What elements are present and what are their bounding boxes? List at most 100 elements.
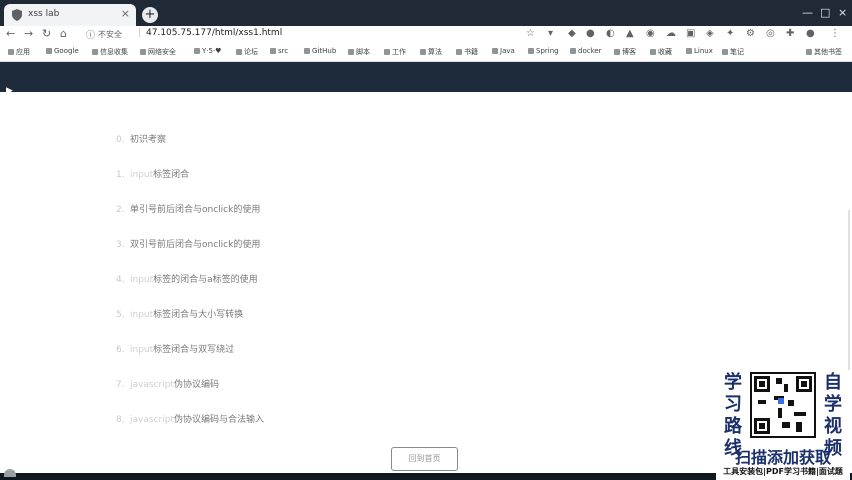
bookmark-item[interactable]: 收藏	[650, 47, 672, 57]
folder-icon	[686, 48, 692, 54]
extension-icon[interactable]: ◆	[568, 28, 576, 39]
extension-icon[interactable]: ●	[586, 28, 595, 39]
bookmark-item[interactable]: 信息收集	[92, 47, 128, 57]
folder-icon	[92, 49, 98, 55]
bookmark-item[interactable]: Java	[492, 47, 515, 55]
extension-icon[interactable]: ◐	[606, 28, 615, 39]
folder-icon	[194, 48, 200, 54]
qr-module	[778, 408, 782, 418]
browser-toolbar: ← → ↻ ⌂ ⓘ 不安全 | 47.105.75.177/html/xss1.…	[0, 26, 852, 44]
qr-module	[758, 400, 766, 404]
bookmark-item[interactable]: 笔记	[722, 47, 744, 57]
page-header	[0, 62, 852, 92]
bookmark-item[interactable]: Google	[46, 47, 79, 55]
reload-icon[interactable]: ↻	[42, 27, 51, 40]
bookmark-item[interactable]: 脚本	[348, 47, 370, 57]
qr-module	[782, 422, 790, 428]
folder-icon	[384, 49, 390, 55]
security-status: 不安全	[98, 30, 122, 39]
folder-icon	[614, 49, 620, 55]
extension-icon[interactable]: ◎	[766, 28, 775, 39]
forward-icon[interactable]: →	[24, 27, 33, 40]
bookmark-other[interactable]: 其他书签	[806, 47, 842, 57]
puzzle-icon[interactable]: ✚	[786, 28, 794, 39]
bookmark-item[interactable]: 网络安全	[140, 47, 176, 57]
extension-icon[interactable]: ⚙	[746, 28, 755, 39]
folder-icon	[456, 49, 462, 55]
list-item[interactable]: 5. input标签闭合与大小写转换	[116, 307, 243, 320]
apps-icon	[8, 49, 14, 55]
tab-title: xss lab	[28, 9, 60, 19]
tab-xss-lab[interactable]: xss lab ×	[4, 4, 136, 26]
qr-module	[796, 422, 802, 432]
home-icon[interactable]: ⌂	[60, 27, 67, 40]
bookmark-item[interactable]: 书籍	[456, 47, 478, 57]
tab-close-icon[interactable]: ×	[121, 7, 130, 20]
bookmark-item[interactable]: Spring	[528, 47, 559, 55]
bookmark-item[interactable]: GitHub	[304, 47, 336, 55]
extension-icon[interactable]: ✦	[726, 28, 734, 39]
folder-icon	[492, 48, 498, 54]
info-icon[interactable]: ⓘ	[86, 28, 95, 41]
extension-icon[interactable]: ◉	[646, 28, 655, 39]
back-icon[interactable]: ←	[6, 27, 15, 40]
folder-icon	[650, 49, 656, 55]
qr-module	[788, 400, 794, 406]
bookmark-item[interactable]: docker	[570, 47, 602, 55]
url-text[interactable]: 47.105.75.177/html/xss1.html	[146, 28, 282, 38]
browser-window: xss lab × + — □ × ← → ↻ ⌂ ⓘ 不安全 | 47.105…	[0, 0, 852, 480]
qr-module	[794, 412, 806, 416]
folder-icon	[420, 49, 426, 55]
minimize-icon[interactable]: —	[802, 6, 813, 19]
shield-icon	[12, 9, 22, 21]
list-item[interactable]: 1. input标签闭合	[116, 167, 189, 180]
bookmark-item[interactable]: 博客	[614, 47, 636, 57]
avatar[interactable]: ●	[806, 28, 815, 39]
close-window-icon[interactable]: ×	[838, 6, 847, 19]
bookmark-item[interactable]: Y·5·♥	[194, 47, 221, 55]
new-tab-button[interactable]: +	[142, 7, 158, 23]
list-item[interactable]: 3. 双引号前后闭合与onclick的使用	[116, 237, 260, 250]
list-item[interactable]: 6. input标签闭合与双写绕过	[116, 342, 234, 355]
taskbar-icon[interactable]	[4, 469, 16, 477]
bookmark-item[interactable]: 工作	[384, 47, 406, 57]
folder-icon	[722, 49, 728, 55]
extension-icon[interactable]: ☁	[666, 28, 676, 39]
qr-finder	[796, 376, 812, 392]
qr-finder	[754, 376, 770, 392]
folder-icon	[570, 48, 576, 54]
list-item[interactable]: 4. input标签的闭合与a标签的使用	[116, 272, 258, 285]
promo-subtext: 工具安装包|PDF学习书籍|面试题	[723, 467, 843, 476]
folder-icon	[806, 49, 812, 55]
bookmarks-bar: 应用 Google 信息收集 网络安全 Y·5·♥ 论坛 src GitHub …	[0, 44, 852, 62]
list-item[interactable]: 0. 初识考察	[116, 132, 166, 145]
menu-icon[interactable]: ⋮	[830, 28, 840, 39]
folder-icon	[528, 48, 534, 54]
address-bar[interactable]: ⓘ 不安全 | 47.105.75.177/html/xss1.html	[82, 27, 516, 42]
star-icon[interactable]: ☆	[526, 28, 535, 39]
bookmark-item[interactable]: 论坛	[236, 47, 258, 57]
bookmark-item[interactable]: Linux	[686, 47, 713, 55]
qr-logo	[778, 398, 784, 404]
maximize-icon[interactable]: □	[820, 6, 830, 19]
promo-scan-text: 扫描添加获取	[734, 448, 831, 467]
folder-icon	[348, 49, 354, 55]
list-item[interactable]: 7. javascript伪协议编码	[116, 377, 219, 390]
extension-icon[interactable]: ◈	[706, 28, 714, 39]
extension-icon[interactable]: ▣	[686, 28, 695, 39]
folder-icon	[304, 48, 310, 54]
folder-icon	[46, 48, 52, 54]
extension-icon[interactable]: ▲	[626, 28, 634, 39]
folder-icon	[140, 49, 146, 55]
list-item[interactable]: 8. javascript伪协议编码与合法输入	[116, 412, 264, 425]
folder-icon	[236, 49, 242, 55]
list-item[interactable]: 2. 单引号前后闭合与onclick的使用	[116, 202, 260, 215]
back-to-home-button[interactable]: 回到首页	[391, 447, 458, 471]
bookmark-apps[interactable]: 应用	[8, 47, 30, 57]
folder-icon	[270, 48, 276, 54]
mouse-cursor-icon: ▶	[6, 86, 13, 96]
bookmark-item[interactable]: 算法	[420, 47, 442, 57]
bookmark-item[interactable]: src	[270, 47, 288, 55]
extension-icon[interactable]: ▾	[548, 28, 553, 39]
address-separator: |	[138, 28, 142, 38]
